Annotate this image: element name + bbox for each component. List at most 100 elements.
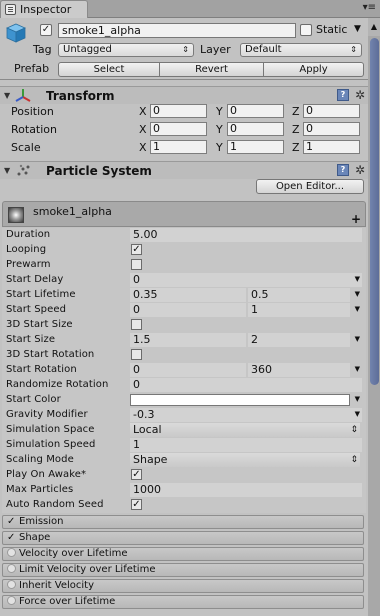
start-color-row: Start Color ▼ bbox=[2, 393, 366, 408]
object-name-field[interactable]: smoke1_alpha bbox=[58, 23, 296, 38]
particle-system-title: Particle System bbox=[46, 164, 152, 178]
position-x-field[interactable]: 0 bbox=[150, 104, 207, 118]
module-emission[interactable]: ✓ Emission bbox=[2, 515, 364, 529]
tab-title: Inspector bbox=[20, 3, 72, 16]
scale-label: Scale bbox=[11, 141, 41, 154]
start-rotation-dropdown-icon[interactable]: ▼ bbox=[355, 365, 360, 373]
rotation-x-field[interactable]: 0 bbox=[150, 122, 207, 136]
start-color-dropdown-icon[interactable]: ▼ bbox=[355, 395, 360, 403]
module-shape[interactable]: ✓ Shape bbox=[2, 531, 364, 545]
transform-help-icon[interactable]: ? bbox=[337, 89, 349, 101]
transform-gear-icon[interactable]: ✲ bbox=[355, 88, 365, 102]
add-particle-system-icon[interactable]: + bbox=[351, 212, 361, 226]
auto-random-seed-checkbox[interactable]: ✓ bbox=[131, 499, 142, 510]
start-size-dropdown-icon[interactable]: ▼ bbox=[355, 335, 360, 343]
particle-fold-icon[interactable]: ▼ bbox=[4, 166, 10, 175]
prefab-apply-button[interactable]: Apply bbox=[264, 62, 364, 77]
particle-system-name: smoke1_alpha bbox=[33, 205, 112, 218]
start-lifetime-dropdown-icon[interactable]: ▼ bbox=[355, 290, 360, 298]
position-z-field[interactable]: 0 bbox=[303, 104, 360, 118]
start-speed-min-field[interactable]: 0 bbox=[130, 303, 246, 317]
simulation-space-row: Simulation Space Local ⇕ bbox=[2, 423, 366, 438]
gravity-dropdown-icon[interactable]: ▼ bbox=[355, 410, 360, 418]
start-size-3d-label: 3D Start Size bbox=[6, 319, 73, 330]
layer-dropdown[interactable]: Default ⇕ bbox=[240, 43, 362, 57]
start-size-3d-checkbox[interactable] bbox=[131, 319, 142, 330]
start-rotation-max-field[interactable]: 360 bbox=[248, 363, 350, 377]
start-speed-label: Start Speed bbox=[6, 304, 67, 315]
start-rotation-3d-checkbox[interactable] bbox=[131, 349, 142, 360]
tab-menu-icon[interactable]: ▾≡ bbox=[363, 2, 376, 13]
position-z-label: Z bbox=[292, 105, 300, 118]
module-disabled-radio-icon[interactable] bbox=[7, 548, 16, 557]
scaling-mode-dropdown[interactable]: Shape ⇕ bbox=[130, 453, 360, 467]
tab-inspector[interactable]: Inspector bbox=[0, 0, 88, 18]
play-on-awake-checkbox[interactable]: ✓ bbox=[131, 469, 142, 480]
gravity-modifier-field[interactable]: -0.3 bbox=[130, 408, 362, 422]
transform-fold-icon[interactable]: ▼ bbox=[4, 91, 10, 100]
scale-y-field[interactable]: 1 bbox=[227, 140, 284, 154]
start-speed-dropdown-icon[interactable]: ▼ bbox=[355, 305, 360, 313]
start-lifetime-min-field[interactable]: 0.35 bbox=[130, 288, 246, 302]
start-delay-field[interactable]: 0 bbox=[130, 273, 362, 287]
static-checkbox[interactable] bbox=[300, 24, 312, 36]
start-color-swatch[interactable] bbox=[130, 394, 350, 406]
module-disabled-radio-icon[interactable] bbox=[7, 596, 16, 605]
rotation-y-label: Y bbox=[216, 123, 223, 136]
start-color-label: Start Color bbox=[6, 394, 61, 405]
module-velocity-over-lifetime[interactable]: Velocity over Lifetime bbox=[2, 547, 364, 561]
module-disabled-radio-icon[interactable] bbox=[7, 580, 16, 589]
start-delay-dropdown-icon[interactable]: ▼ bbox=[355, 275, 360, 283]
max-particles-field[interactable]: 1000 bbox=[130, 483, 362, 497]
gravity-modifier-row: Gravity Modifier -0.3 ▼ bbox=[2, 408, 366, 423]
module-enabled-check-icon[interactable]: ✓ bbox=[7, 532, 19, 544]
prefab-select-button[interactable]: Select bbox=[58, 62, 160, 77]
module-disabled-radio-icon[interactable] bbox=[7, 564, 16, 573]
looping-checkbox[interactable]: ✓ bbox=[131, 244, 142, 255]
start-delay-row: Start Delay 0 ▼ bbox=[2, 273, 366, 288]
particle-help-icon[interactable]: ? bbox=[337, 164, 349, 176]
start-lifetime-max-field[interactable]: 0.5 bbox=[248, 288, 350, 302]
play-on-awake-label: Play On Awake* bbox=[6, 469, 87, 480]
simulation-speed-row: Simulation Speed 1 bbox=[2, 438, 366, 453]
module-label: Emission bbox=[19, 516, 64, 527]
scrollbar-thumb[interactable] bbox=[370, 38, 379, 385]
position-y-field[interactable]: 0 bbox=[227, 104, 284, 118]
scale-z-field[interactable]: 1 bbox=[303, 140, 360, 154]
scale-x-field[interactable]: 1 bbox=[150, 140, 207, 154]
static-dropdown-icon[interactable]: ▼ bbox=[354, 24, 361, 34]
auto-random-seed-row: Auto Random Seed ✓ bbox=[2, 498, 366, 513]
module-inherit-velocity[interactable]: Inherit Velocity bbox=[2, 579, 364, 593]
duration-field[interactable]: 5.00 bbox=[130, 228, 362, 242]
prefab-label: Prefab bbox=[14, 62, 50, 75]
start-size-max-field[interactable]: 2 bbox=[248, 333, 350, 347]
particle-gear-icon[interactable]: ✲ bbox=[355, 163, 365, 177]
duration-row: Duration 5.00 bbox=[2, 228, 366, 243]
layer-updown-icon: ⇕ bbox=[350, 45, 357, 54]
prefab-revert-button[interactable]: Revert bbox=[160, 62, 264, 77]
transform-header[interactable]: ▼ Transform ? ✲ bbox=[0, 86, 368, 104]
start-speed-max-field[interactable]: 1 bbox=[248, 303, 350, 317]
module-label: Force over Lifetime bbox=[19, 596, 116, 607]
active-checkbox[interactable]: ✓ bbox=[40, 24, 52, 36]
simulation-speed-field[interactable]: 1 bbox=[130, 438, 362, 452]
prewarm-row: Prewarm bbox=[2, 258, 366, 273]
start-size-label: Start Size bbox=[6, 334, 56, 345]
rotation-z-field[interactable]: 0 bbox=[303, 122, 360, 136]
particle-system-name-box[interactable]: smoke1_alpha + bbox=[2, 201, 366, 227]
randomize-rotation-field[interactable]: 0 bbox=[130, 378, 362, 392]
start-rotation-min-field[interactable]: 0 bbox=[130, 363, 246, 377]
transform-title: Transform bbox=[46, 89, 115, 103]
prewarm-checkbox[interactable] bbox=[131, 259, 142, 270]
start-rotation-row: Start Rotation 0 360 ▼ bbox=[2, 363, 366, 378]
rotation-y-field[interactable]: 0 bbox=[227, 122, 284, 136]
tag-dropdown[interactable]: Untagged ⇕ bbox=[58, 43, 194, 57]
module-enabled-check-icon[interactable]: ✓ bbox=[7, 516, 19, 528]
particle-system-header[interactable]: ▼ Particle System ? ✲ bbox=[0, 161, 368, 179]
module-limit-velocity-over-lifetime[interactable]: Limit Velocity over Lifetime bbox=[2, 563, 364, 577]
simulation-space-dropdown[interactable]: Local ⇕ bbox=[130, 423, 360, 437]
start-size-min-field[interactable]: 1.5 bbox=[130, 333, 246, 347]
scroll-up-arrow-icon[interactable]: ▲ bbox=[368, 18, 380, 36]
module-force-over-lifetime[interactable]: Force over Lifetime bbox=[2, 595, 364, 609]
open-editor-button[interactable]: Open Editor... bbox=[256, 179, 364, 194]
